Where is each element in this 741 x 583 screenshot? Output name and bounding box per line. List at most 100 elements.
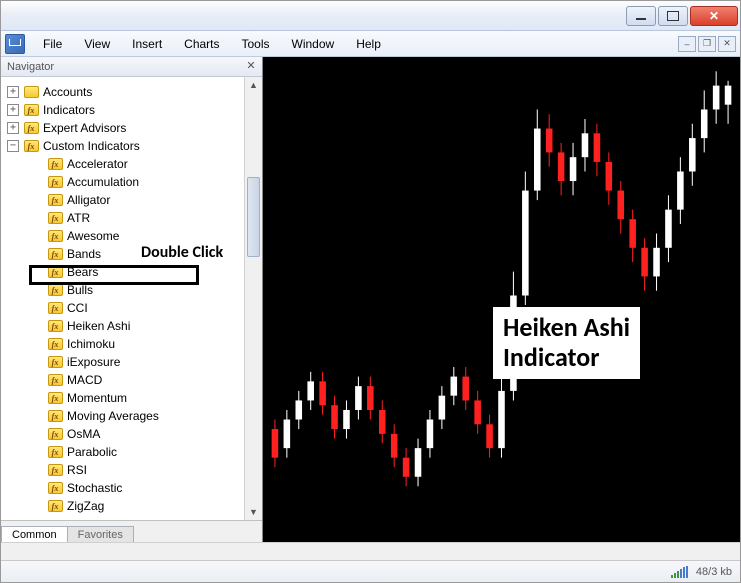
navigator-close-button[interactable]: ✕ bbox=[244, 59, 258, 73]
maximize-button[interactable] bbox=[658, 6, 688, 26]
tree-item-label: MACD bbox=[67, 371, 102, 389]
mdi-minimize-button[interactable]: – bbox=[678, 36, 696, 52]
tree-item-osma[interactable]: OsMA bbox=[3, 425, 242, 443]
close-button[interactable] bbox=[690, 6, 738, 26]
fx-icon bbox=[48, 176, 63, 188]
tree-item-stochastic[interactable]: Stochastic bbox=[3, 479, 242, 497]
tree-item-label: iExposure bbox=[67, 353, 120, 371]
tree-item-accelerator[interactable]: Accelerator bbox=[3, 155, 242, 173]
tree-item-zigzag[interactable]: ZigZag bbox=[3, 497, 242, 515]
fx-icon bbox=[48, 428, 63, 440]
folder-icon bbox=[24, 86, 39, 98]
tree-item-atr[interactable]: ATR bbox=[3, 209, 242, 227]
tree-item-rsi[interactable]: RSI bbox=[3, 461, 242, 479]
status-traffic-label: 48/3 kb bbox=[696, 566, 732, 578]
fx-icon bbox=[48, 266, 63, 278]
tree-item-label: Moving Averages bbox=[67, 407, 159, 425]
tree-item-iexposure[interactable]: iExposure bbox=[3, 353, 242, 371]
expander-icon[interactable]: + bbox=[7, 104, 19, 116]
tree-item-label: ATR bbox=[67, 209, 90, 227]
tree-item-label: Accelerator bbox=[67, 155, 128, 173]
tree-item-label: OsMA bbox=[67, 425, 100, 443]
expander-icon[interactable]: + bbox=[7, 122, 19, 134]
mdi-controls: – ❐ ✕ bbox=[678, 36, 736, 52]
menubar: File View Insert Charts Tools Window Hel… bbox=[1, 31, 740, 57]
tree-item-label: CCI bbox=[67, 299, 88, 317]
tree-item-bulls[interactable]: Bulls bbox=[3, 281, 242, 299]
tree-item-label: Alligator bbox=[67, 191, 110, 209]
menu-window[interactable]: Window bbox=[282, 34, 345, 54]
app-icon bbox=[5, 34, 25, 54]
scroll-thumb[interactable] bbox=[247, 177, 260, 257]
scroll-down-button[interactable]: ▼ bbox=[245, 504, 262, 520]
candlestick-chart bbox=[263, 57, 740, 534]
tree-item-heiken-ashi[interactable]: Heiken Ashi bbox=[3, 317, 242, 335]
tree-item-awesome[interactable]: Awesome bbox=[3, 227, 242, 245]
fx-icon bbox=[48, 482, 63, 494]
tree-item-label: Accounts bbox=[43, 83, 92, 101]
tree-item-label: Bulls bbox=[67, 281, 93, 299]
tree-item-momentum[interactable]: Momentum bbox=[3, 389, 242, 407]
fx-icon bbox=[24, 140, 39, 152]
fx-icon bbox=[48, 284, 63, 296]
tree-item-label: Awesome bbox=[67, 227, 119, 245]
mdi-close-button[interactable]: ✕ bbox=[718, 36, 736, 52]
tree-item-label: Bears bbox=[67, 263, 98, 281]
tree-item-label: RSI bbox=[67, 461, 87, 479]
menu-help[interactable]: Help bbox=[346, 34, 391, 54]
fx-icon bbox=[48, 500, 63, 512]
tree-item-indicators[interactable]: + Indicators bbox=[3, 101, 242, 119]
tree-item-label: Stochastic bbox=[67, 479, 122, 497]
menu-insert[interactable]: Insert bbox=[122, 34, 172, 54]
fx-icon bbox=[48, 392, 63, 404]
tree-item-label: Parabolic bbox=[67, 443, 117, 461]
tree-item-label: ZigZag bbox=[67, 497, 104, 515]
fx-icon bbox=[24, 104, 39, 116]
navigator-tab-favorites[interactable]: Favorites bbox=[67, 526, 134, 542]
fx-icon bbox=[48, 410, 63, 422]
navigator-scrollbar[interactable]: ▲ ▼ bbox=[244, 77, 262, 520]
tree-item-label: Indicators bbox=[43, 101, 95, 119]
tree-item-moving-averages[interactable]: Moving Averages bbox=[3, 407, 242, 425]
tree-item-label: Expert Advisors bbox=[43, 119, 126, 137]
fx-icon bbox=[48, 338, 63, 350]
navigator-tab-common[interactable]: Common bbox=[1, 526, 68, 542]
tree-item-parabolic[interactable]: Parabolic bbox=[3, 443, 242, 461]
tree-item-custom-indicators[interactable]: −Custom Indicators bbox=[3, 137, 242, 155]
tree-item-label: Bands bbox=[67, 245, 101, 263]
tree-item-accumulation[interactable]: Accumulation bbox=[3, 173, 242, 191]
fx-icon bbox=[48, 302, 63, 314]
tree-item-bands[interactable]: Bands bbox=[3, 245, 242, 263]
chart-area[interactable]: Heiken Ashi Indicator bbox=[263, 57, 740, 542]
fx-icon bbox=[48, 320, 63, 332]
tree-item-bears[interactable]: Bears bbox=[3, 263, 242, 281]
tree-item-cci[interactable]: CCI bbox=[3, 299, 242, 317]
navigator-tree[interactable]: + Accounts + Indicators + Expert Advisors−Cus… bbox=[1, 77, 244, 520]
fx-icon bbox=[48, 356, 63, 368]
window-controls bbox=[626, 6, 738, 26]
tree-item-ichimoku[interactable]: Ichimoku bbox=[3, 335, 242, 353]
horizontal-scrollbar[interactable] bbox=[1, 542, 740, 560]
menu-tools[interactable]: Tools bbox=[232, 34, 280, 54]
statusbar: 48/3 kb bbox=[1, 560, 740, 582]
menu-charts[interactable]: Charts bbox=[174, 34, 229, 54]
tree-item-label: Accumulation bbox=[67, 173, 139, 191]
menu-file[interactable]: File bbox=[33, 34, 72, 54]
fx-icon bbox=[48, 446, 63, 458]
fx-icon bbox=[48, 464, 63, 476]
tree-item-label: Momentum bbox=[67, 389, 127, 407]
mdi-restore-button[interactable]: ❐ bbox=[698, 36, 716, 52]
tree-item-alligator[interactable]: Alligator bbox=[3, 191, 242, 209]
menu-view[interactable]: View bbox=[74, 34, 120, 54]
tree-item-macd[interactable]: MACD bbox=[3, 371, 242, 389]
navigator-panel: Navigator ✕ + Accounts + Indicators + Expert … bbox=[1, 57, 263, 542]
scroll-up-button[interactable]: ▲ bbox=[245, 77, 262, 93]
tree-item-expert-advisors[interactable]: + Expert Advisors bbox=[3, 119, 242, 137]
navigator-title-label: Navigator bbox=[7, 61, 54, 73]
tree-item-accounts[interactable]: + Accounts bbox=[3, 83, 242, 101]
minimize-button[interactable] bbox=[626, 6, 656, 26]
fx-icon bbox=[48, 374, 63, 386]
expander-icon[interactable]: + bbox=[7, 86, 19, 98]
expander-icon[interactable]: − bbox=[7, 140, 19, 152]
titlebar bbox=[1, 1, 740, 31]
